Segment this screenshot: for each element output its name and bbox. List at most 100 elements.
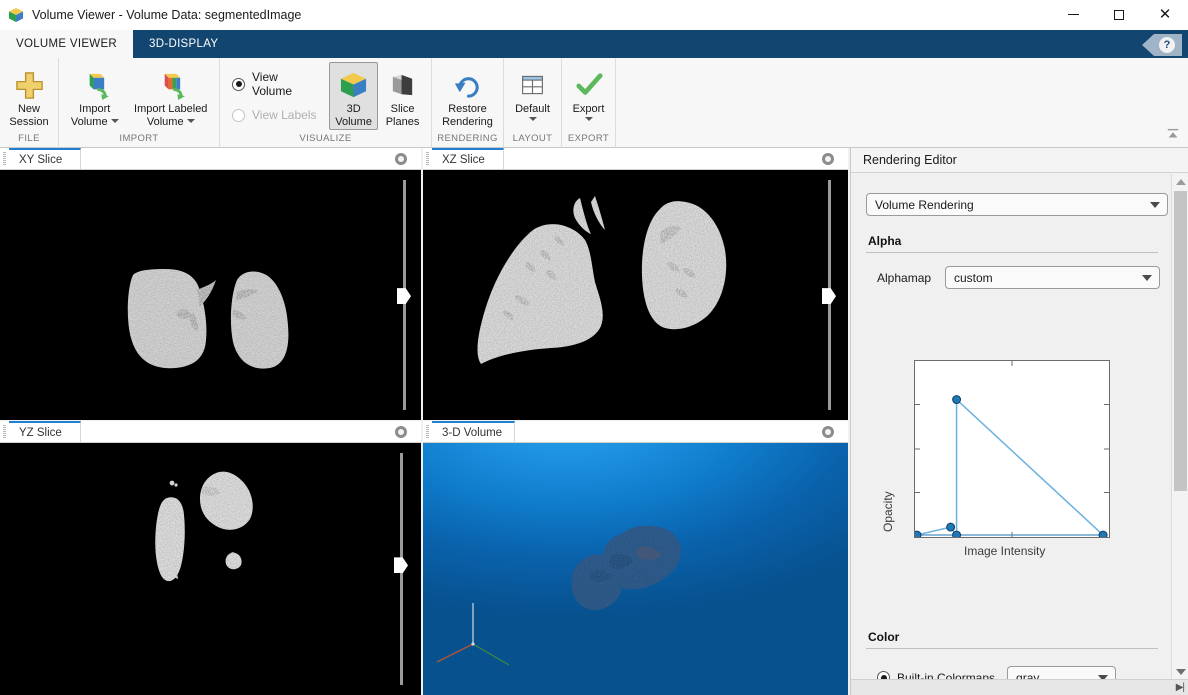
rendering-editor-panel: Rendering Editor Volume Rendering Alpha … [850,148,1188,695]
yz-slice-slider[interactable] [392,453,410,685]
tab-yz-slice-label: YZ Slice [19,427,62,439]
slice-planes-button[interactable]: Slice Planes [378,62,427,130]
xy-slice-panel: XY Slice [0,148,421,420]
tab-3d-display[interactable]: 3D-DISPLAY [133,30,234,58]
ribbon-group-layout: Default LAYOUT [504,58,562,148]
chevron-down-icon [1135,275,1159,281]
drag-grip-icon[interactable] [0,148,9,169]
new-session-button[interactable]: New Session [4,62,54,130]
maximize-button[interactable] [1096,0,1142,30]
xy-slice-close-icon[interactable] [395,153,407,165]
alphamap-dropdown[interactable]: custom [945,266,1160,289]
view-volume-label: View Volume [252,70,319,98]
colormap-value: gray [1016,671,1091,680]
chevron-down-icon [187,119,195,123]
rendering-editor-vscrollbar[interactable] [1171,174,1188,679]
slider-thumb[interactable] [822,288,836,304]
tab-yz-slice[interactable]: YZ Slice [9,421,81,442]
ribbon-group-rendering-label: RENDERING [432,133,503,148]
colormap-dropdown[interactable]: gray [1007,666,1116,679]
minimize-button[interactable] [1050,0,1096,30]
scroll-right-end-button[interactable]: ▶| [1176,682,1184,693]
ribbon-group-visualize: View Volume View Labels [220,58,432,148]
scroll-down-button[interactable] [1172,664,1188,679]
scroll-up-button[interactable] [1172,174,1188,189]
volume-3d-render[interactable] [423,443,848,695]
view-labels-label: View Labels [252,108,317,122]
default-layout-button[interactable]: Default [508,62,557,130]
ribbon-group-file: New Session FILE [0,58,59,148]
view-labels-radio[interactable]: View Labels [232,108,319,122]
ribbon-group-file-label: FILE [0,133,58,148]
volume-3d-header-filler [515,421,848,442]
help-button[interactable]: ? [1142,34,1182,56]
xy-slice-slider[interactable] [395,180,413,410]
axes-triad [437,603,509,665]
xz-slice-close-icon[interactable] [822,153,834,165]
ribbon-toolbar: New Session FILE [0,58,1188,148]
alpha-plot-xlabel: Image Intensity [964,544,1045,558]
export-label: Export [573,103,605,116]
alpha-plot[interactable]: Opacity [866,302,1166,592]
color-section-label: Color [866,630,1158,648]
builtin-colormaps-radio[interactable]: Built-in Colormaps [877,671,995,680]
alphamap-label: Alphamap [877,271,945,285]
tab-xz-slice-label: XZ Slice [442,154,485,166]
rendering-editor-hscrollbar[interactable]: ▶| [851,679,1188,695]
xz-slice-slider[interactable] [820,180,838,410]
xz-slice-panel-header: XZ Slice [423,148,848,170]
drag-grip-icon[interactable] [0,421,9,442]
volume-3d-viewport[interactable] [423,443,848,695]
rendering-mode-dropdown[interactable]: Volume Rendering [866,193,1168,216]
tab-xy-slice[interactable]: XY Slice [9,148,81,169]
drag-grip-icon[interactable] [423,421,432,442]
yz-slice-viewport[interactable] [0,443,421,695]
3d-volume-line2: Volume [335,116,372,129]
yz-slice-image [0,443,421,695]
alpha-plot-axes[interactable] [914,360,1110,538]
vscroll-thumb[interactable] [1174,191,1187,491]
close-button[interactable]: ✕ [1142,0,1188,30]
ribbon-group-export: Export EXPORT [562,58,616,148]
xz-slice-panel: XZ Slice [423,148,848,420]
radio-selected-icon [877,671,890,679]
xz-slice-viewport[interactable] [423,170,848,420]
volume-3d-close-icon[interactable] [822,426,834,438]
yz-slice-panel: YZ Slice [0,421,421,695]
tab-volume-viewer[interactable]: VOLUME VIEWER [0,30,133,58]
alpha-divider [866,252,1158,253]
view-volume-radio[interactable]: View Volume [232,70,319,98]
slider-thumb[interactable] [397,288,411,304]
plus-icon [15,67,44,103]
tab-xz-slice[interactable]: XZ Slice [432,148,504,169]
slider-thumb[interactable] [394,557,408,573]
ribbon-group-visualize-label: VISUALIZE [220,133,431,148]
tab-3d-volume[interactable]: 3-D Volume [432,421,515,442]
yz-slice-header-filler [81,421,421,442]
xy-slice-header-filler [81,148,421,169]
drag-grip-icon[interactable] [423,148,432,169]
slice-planes-line2: Planes [386,116,420,129]
window-controls: ✕ [1050,0,1188,30]
import-volume-button[interactable]: Import Volume [63,62,127,130]
ribbon-group-rendering: Restore Rendering RENDERING [432,58,504,148]
default-layout-label: Default [515,103,550,116]
import-labeled-volume-icon [154,67,187,103]
ribbon-group-export-label: EXPORT [562,133,615,148]
yz-slice-close-icon[interactable] [395,426,407,438]
volume-3d-panel-header: 3-D Volume [423,421,848,443]
xz-slice-header-filler [504,148,848,169]
tab-xy-slice-label: XY Slice [19,154,62,166]
import-labeled-volume-button[interactable]: Import Labeled Volume [127,62,216,130]
collapse-ribbon-button[interactable] [1162,124,1184,144]
xy-slice-viewport[interactable] [0,170,421,420]
3d-volume-button[interactable]: 3D Volume [329,62,378,130]
export-button[interactable]: Export [566,62,611,130]
volume-3d-panel: 3-D Volume [423,421,848,695]
restore-rendering-button[interactable]: Restore Rendering [436,62,499,130]
rendering-mode-value: Volume Rendering [875,198,1143,212]
radio-selected-icon [232,78,245,91]
alphamap-value: custom [954,271,1135,285]
radio-empty-icon [232,109,245,122]
ribbon-group-import-label: IMPORT [59,133,219,148]
